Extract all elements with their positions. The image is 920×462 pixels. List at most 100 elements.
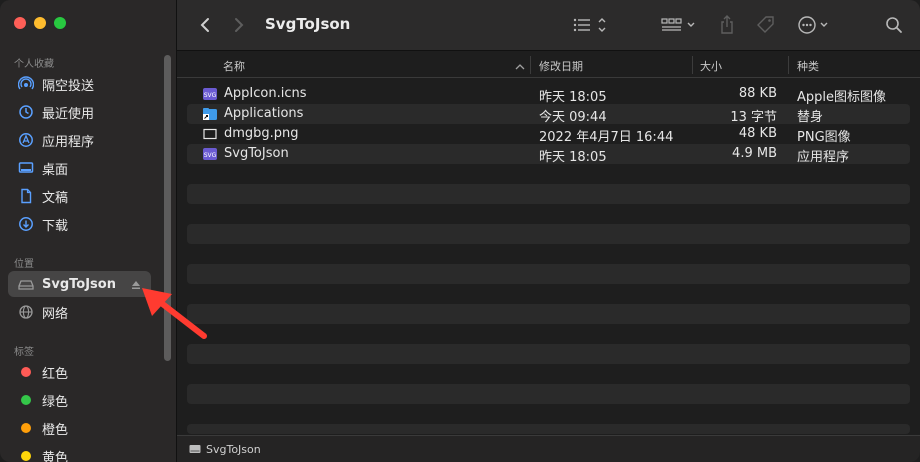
empty-row-stripe <box>187 424 910 434</box>
sidebar-item-label: 下载 <box>42 218 69 234</box>
sidebar-item-tag-orange[interactable]: 橙色 <box>8 415 151 441</box>
sidebar-item-label: 网络 <box>42 306 69 322</box>
disk-icon <box>18 276 34 292</box>
disk-icon <box>189 444 201 454</box>
more-actions-button[interactable] <box>797 14 835 36</box>
file-list: 名称 修改日期 大小 种类 SVG AppIcon.icns 昨天 18:05 … <box>177 52 920 435</box>
chevron-left-icon <box>200 18 209 32</box>
sidebar-item-documents[interactable]: 文稿 <box>8 183 151 209</box>
file-size: 48 KB <box>738 126 777 141</box>
empty-row-stripe <box>187 304 910 324</box>
sidebar-item-applications[interactable]: 应用程序 <box>8 127 151 153</box>
svg-app-icon: SVG <box>202 146 218 162</box>
group-button[interactable] <box>661 14 699 36</box>
file-rows: SVG AppIcon.icns 昨天 18:05 88 KB Apple图标图… <box>187 84 910 165</box>
tag-button[interactable] <box>755 14 777 36</box>
desktop-icon <box>18 160 34 176</box>
sidebar-item-label: 黄色 <box>42 450 69 462</box>
sidebar-item-recents[interactable]: 最近使用 <box>8 99 151 125</box>
sidebar-item-label: SvgToJson <box>42 276 116 292</box>
favorites-header: 个人收藏 <box>14 59 54 70</box>
file-name: dmgbg.png <box>224 126 299 141</box>
path-bar: SvgToJson <box>177 435 920 462</box>
file-modified: 今天 09:44 <box>539 110 607 125</box>
table-row[interactable]: SVG AppIcon.icns 昨天 18:05 88 KB Apple图标图… <box>187 84 910 105</box>
document-icon <box>18 188 34 204</box>
alias-folder-icon <box>202 106 218 122</box>
sidebar-item-label: 桌面 <box>42 162 69 178</box>
tag-icon <box>757 16 774 33</box>
table-row[interactable]: SVG SvgToJson 昨天 18:05 4.9 MB 应用程序 <box>187 144 910 165</box>
file-name: AppIcon.icns <box>224 86 307 101</box>
file-name: SvgToJson <box>224 146 289 161</box>
clock-icon <box>18 104 34 120</box>
column-divider[interactable] <box>788 56 789 74</box>
file-name: Applications <box>224 106 304 121</box>
column-divider[interactable] <box>692 56 693 74</box>
zoom-button[interactable] <box>54 17 66 29</box>
list-view-icon <box>573 18 606 32</box>
tag-dot-icon <box>18 364 34 380</box>
empty-row-stripe <box>187 184 910 204</box>
file-modified: 2022 年4月7日 16:44 <box>539 130 674 145</box>
share-button[interactable] <box>717 14 737 36</box>
search-icon <box>886 17 902 33</box>
sidebar-item-tag-green[interactable]: 绿色 <box>8 387 151 413</box>
file-size: 13 字节 <box>730 110 777 125</box>
tag-dot-icon <box>18 392 34 408</box>
share-icon <box>721 15 733 34</box>
sidebar-item-downloads[interactable]: 下载 <box>8 211 151 237</box>
sidebar-item-desktop[interactable]: 桌面 <box>8 155 151 181</box>
sidebar-item-label: 最近使用 <box>42 106 95 122</box>
network-icon <box>18 304 34 320</box>
close-button[interactable] <box>14 17 26 29</box>
view-list-button[interactable] <box>572 14 612 36</box>
svg-text:SVG: SVG <box>204 152 217 159</box>
sidebar-item-tag-red[interactable]: 红色 <box>8 359 151 385</box>
path-bar-item[interactable]: SvgToJson <box>206 443 261 456</box>
sidebar-item-label: 应用程序 <box>42 134 95 150</box>
empty-row-stripe <box>187 224 910 244</box>
file-modified: 昨天 18:05 <box>539 150 607 165</box>
table-row[interactable]: dmgbg.png 2022 年4月7日 16:44 48 KB PNG图像 <box>187 124 910 145</box>
column-size[interactable]: 大小 <box>700 58 722 74</box>
ellipsis-circle-icon <box>798 16 828 34</box>
column-modified[interactable]: 修改日期 <box>539 58 583 74</box>
column-divider[interactable] <box>530 56 531 74</box>
svg-text:SVG: SVG <box>204 92 217 99</box>
sort-ascending-icon[interactable] <box>515 61 525 74</box>
column-kind[interactable]: 种类 <box>797 58 819 74</box>
sidebar-item-label: 橙色 <box>42 422 69 438</box>
empty-row-stripe <box>187 264 910 284</box>
tag-dot-icon <box>18 420 34 436</box>
file-modified: 昨天 18:05 <box>539 90 607 105</box>
sidebar-item-label: 绿色 <box>42 394 69 410</box>
toolbar: SvgToJson <box>177 0 920 51</box>
png-file-icon <box>202 126 218 142</box>
sidebar-item-svgtojson[interactable]: SvgToJson <box>8 271 151 297</box>
finder-window: 个人收藏 隔空投送 最近使用 应用程序 桌面 文稿 下载 位置 SvgToJso… <box>0 0 920 462</box>
sidebar-item-network[interactable]: 网络 <box>8 299 151 325</box>
airdrop-icon <box>18 76 34 92</box>
file-kind: Apple图标图像 <box>797 90 887 105</box>
sidebar-item-airdrop[interactable]: 隔空投送 <box>8 71 151 97</box>
window-title: SvgToJson <box>265 15 351 33</box>
tag-dot-icon <box>18 448 34 462</box>
forward-button[interactable] <box>229 14 249 36</box>
empty-row-stripe <box>187 344 910 364</box>
back-button[interactable] <box>195 14 215 36</box>
sidebar-item-label: 隔空投送 <box>42 78 95 94</box>
table-row[interactable]: Applications 今天 09:44 13 字节 替身 <box>187 104 910 125</box>
file-size: 88 KB <box>738 86 777 101</box>
empty-row-stripe <box>187 384 910 404</box>
minimize-button[interactable] <box>34 17 46 29</box>
sidebar-item-tag-yellow[interactable]: 黄色 <box>8 443 151 462</box>
applications-icon <box>18 132 34 148</box>
search-button[interactable] <box>883 14 905 36</box>
column-name[interactable]: 名称 <box>223 58 245 74</box>
sidebar: 个人收藏 隔空投送 最近使用 应用程序 桌面 文稿 下载 位置 SvgToJso… <box>0 0 177 462</box>
svg-file-icon: SVG <box>202 86 218 102</box>
file-kind: PNG图像 <box>797 130 851 145</box>
download-icon <box>18 216 34 232</box>
window-controls <box>14 17 66 29</box>
